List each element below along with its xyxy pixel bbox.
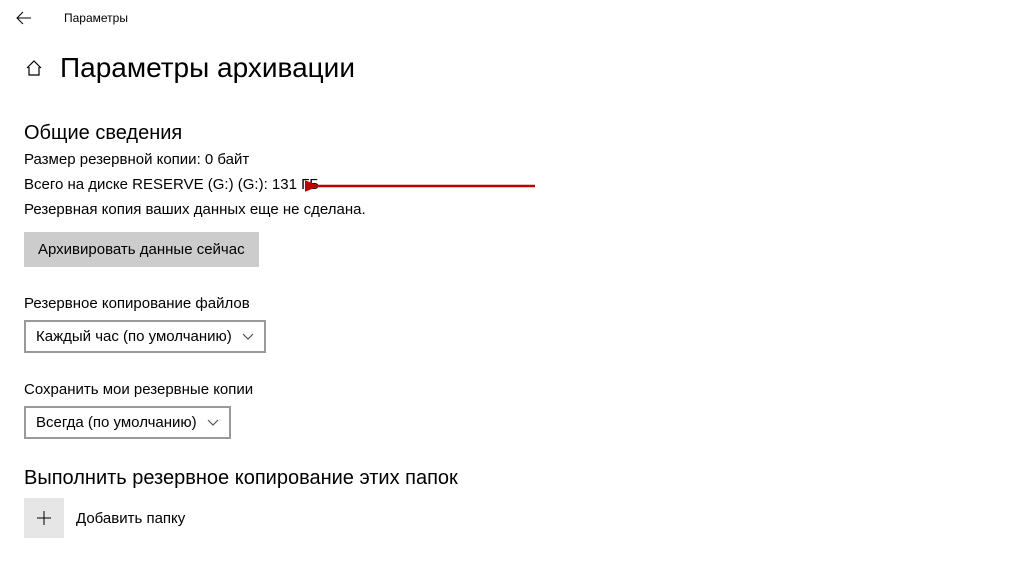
backup-status-text: Резервная копия ваших данных еще не сдел… xyxy=(24,201,1000,218)
backup-frequency-dropdown[interactable]: Каждый час (по умолчанию) xyxy=(24,320,266,353)
folders-heading: Выполнить резервное копирование этих пап… xyxy=(24,467,1000,490)
back-button[interactable] xyxy=(12,6,36,30)
keep-backups-value: Всегда (по умолчанию) xyxy=(36,414,197,431)
plus-icon xyxy=(35,509,53,527)
backup-frequency-value: Каждый час (по умолчанию) xyxy=(36,328,232,345)
overview-heading: Общие сведения xyxy=(24,122,1000,145)
backup-size-text: Размер резервной копии: 0 байт xyxy=(24,151,1000,168)
add-folder-label: Добавить папку xyxy=(76,510,185,527)
title-bar: Параметры xyxy=(0,0,1024,36)
home-button[interactable] xyxy=(24,58,44,78)
content-area: Параметры архивации Общие сведения Разме… xyxy=(0,36,1024,538)
page-title: Параметры архивации xyxy=(60,52,355,84)
chevron-down-icon xyxy=(242,328,254,345)
chevron-down-icon xyxy=(207,414,219,431)
keep-backups-label: Сохранить мои резервные копии xyxy=(24,381,1000,398)
add-folder-row: Добавить папку xyxy=(24,498,1000,538)
window-title: Параметры xyxy=(64,11,128,25)
keep-backups-dropdown[interactable]: Всегда (по умолчанию) xyxy=(24,406,231,439)
backup-files-label: Резервное копирование файлов xyxy=(24,295,1000,312)
page-header: Параметры архивации xyxy=(24,52,1000,84)
home-icon xyxy=(25,59,43,77)
add-folder-button[interactable] xyxy=(24,498,64,538)
backup-now-button[interactable]: Архивировать данные сейчас xyxy=(24,232,259,267)
disk-total-text: Всего на диске RESERVE (G:) (G:): 131 ГБ xyxy=(24,176,1000,193)
arrow-left-icon xyxy=(16,10,32,26)
